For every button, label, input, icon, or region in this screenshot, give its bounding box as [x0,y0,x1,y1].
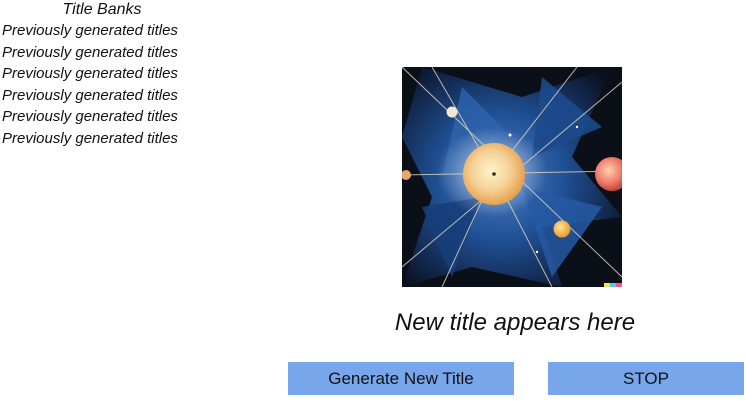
cosmic-painting-image [402,67,622,287]
title-bank-list: Previously generated titles Previously g… [0,20,204,150]
title-bank-item[interactable]: Previously generated titles [2,106,204,128]
new-title-text: New title appears here [394,309,636,336]
stop-button[interactable]: STOP [548,362,744,395]
title-bank-item[interactable]: Previously generated titles [2,42,204,64]
title-bank-item[interactable]: Previously generated titles [2,85,204,107]
title-generator-page: Title Banks Previously generated titles … [0,0,746,401]
title-bank-panel: Title Banks Previously generated titles … [0,0,204,150]
title-bank-item[interactable]: Previously generated titles [2,63,204,85]
generate-new-title-button[interactable]: Generate New Title [288,362,514,395]
title-bank-item[interactable]: Previously generated titles [2,20,204,42]
title-bank-item[interactable]: Previously generated titles [2,128,204,150]
title-bank-heading: Title Banks [62,1,142,18]
